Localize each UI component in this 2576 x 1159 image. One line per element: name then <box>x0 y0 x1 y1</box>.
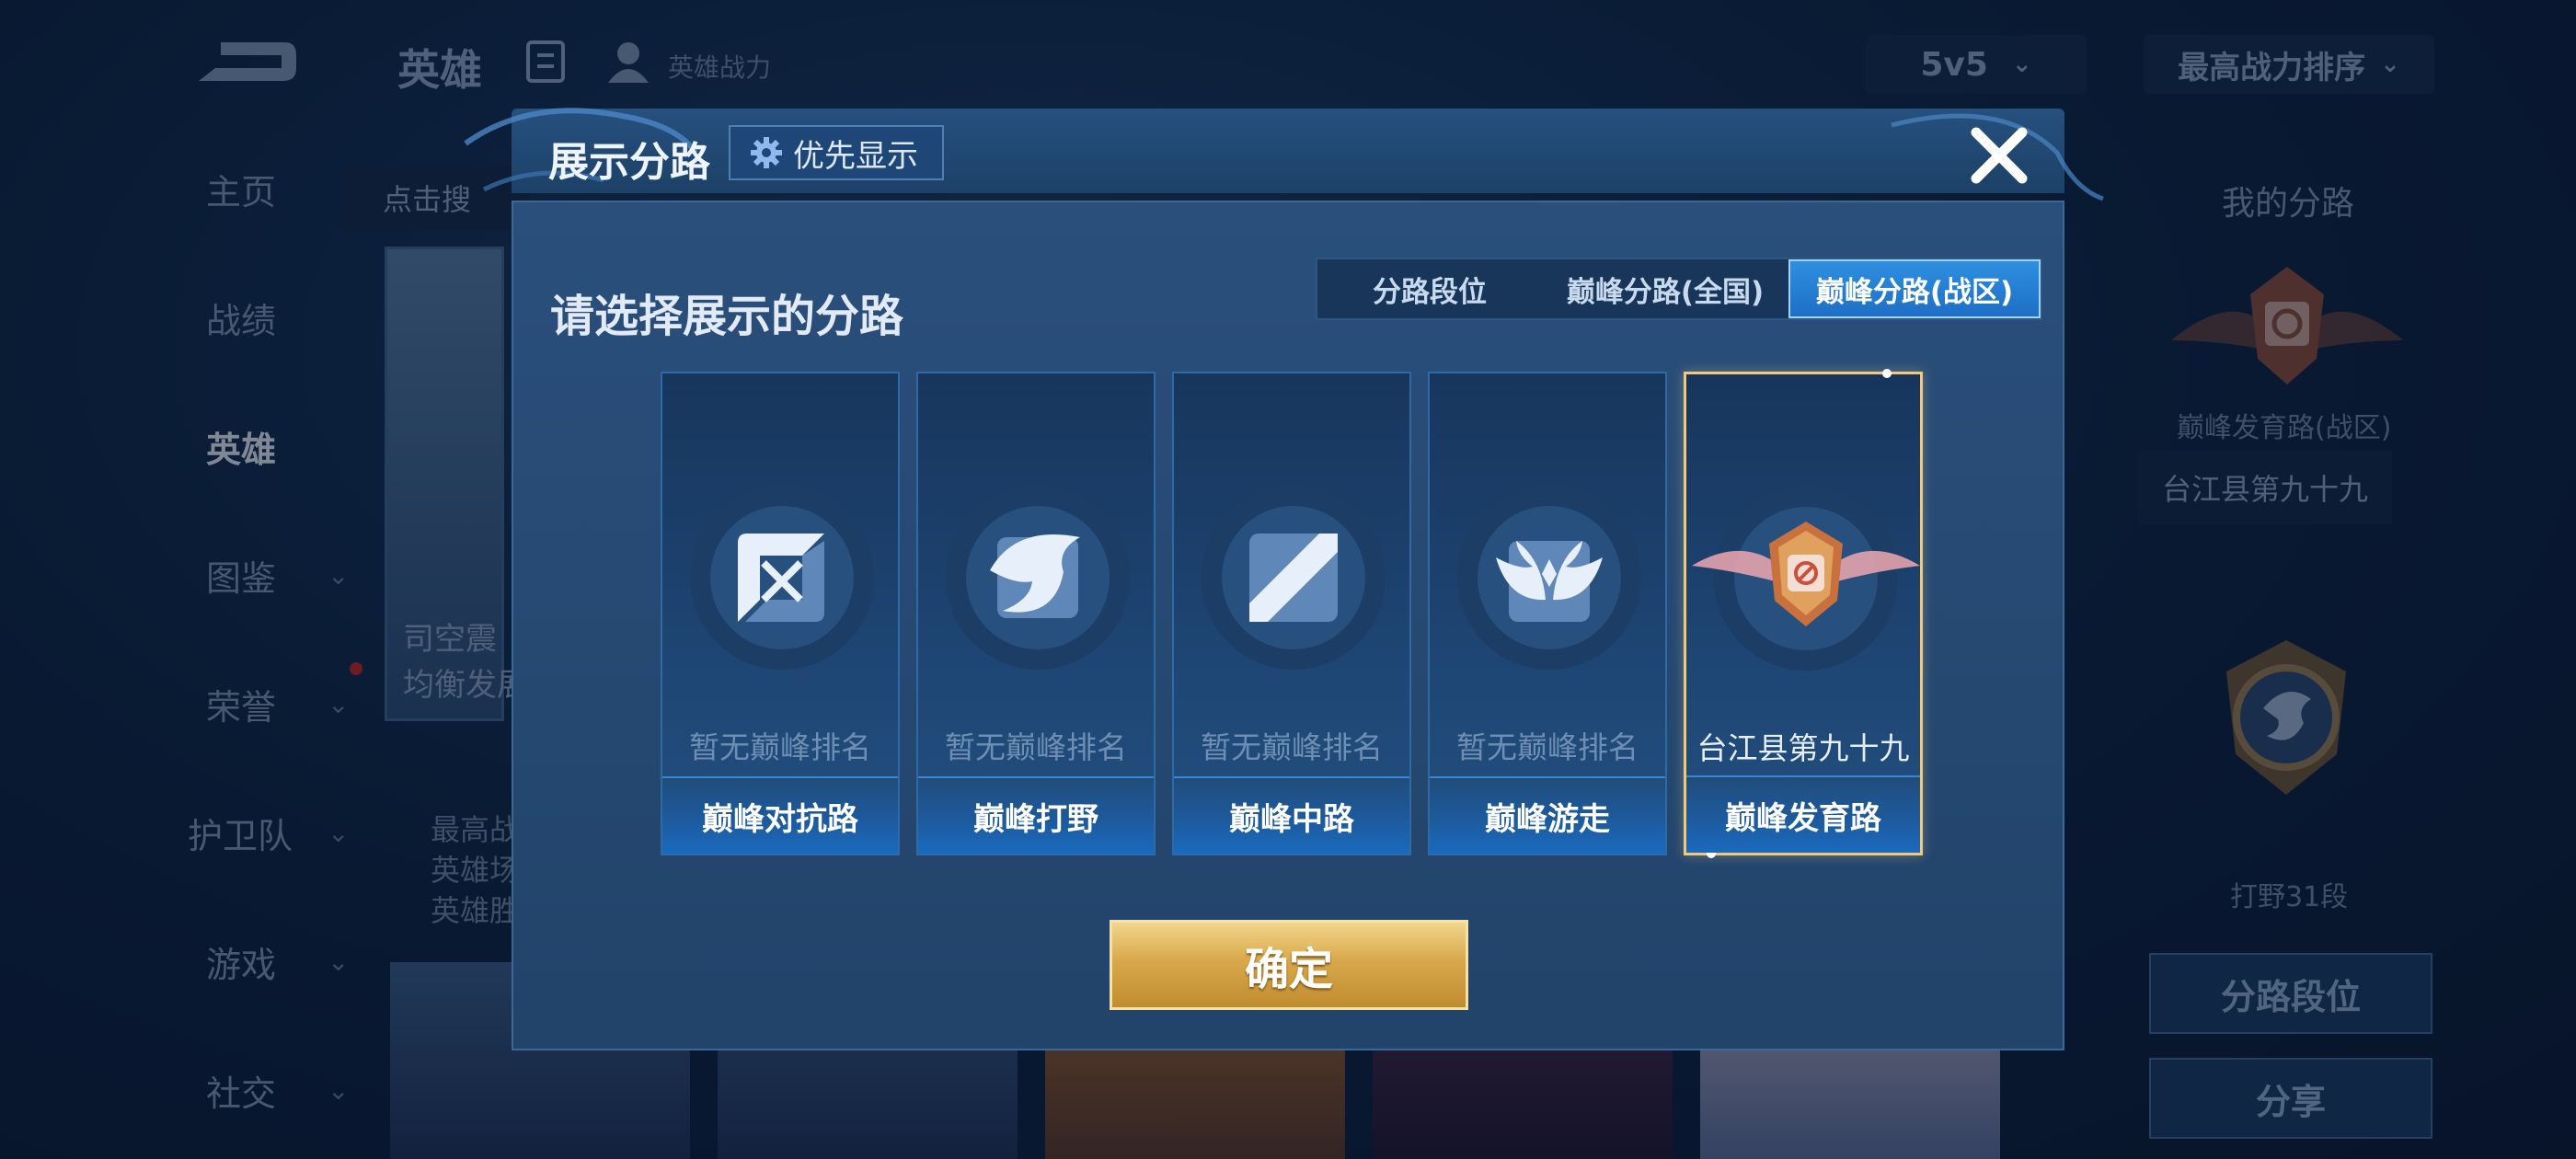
priority-display-button[interactable]: 优先显示 <box>729 125 944 180</box>
lane-name: 巅峰发育路 <box>1686 775 1920 853</box>
lane-card-farm[interactable]: 台江县第九十九 巅峰发育路 <box>1684 369 1923 858</box>
corner-dot <box>1882 369 1892 378</box>
lane-rank-text: 暂无巅峰排名 <box>1456 729 1639 765</box>
confirm-button-label: 确定 <box>1244 944 1333 995</box>
priority-display-label: 优先显示 <box>793 137 918 175</box>
close-icon[interactable] <box>1967 123 2031 188</box>
lane-card-mid[interactable]: 暂无巅峰排名 巅峰中路 <box>1172 372 1411 855</box>
mid-lane-slash-icon <box>1202 486 1386 670</box>
lane-rank-text: 暂无巅峰排名 <box>1201 729 1383 765</box>
tab-peak-region[interactable]: 巅峰分路(战区) <box>1788 259 2041 318</box>
lane-name: 巅峰中路 <box>1174 776 1409 854</box>
modal-body: 请选择展示的分路 分路段位 巅峰分路(全国) 巅峰分路(战区) 暂无巅峰排名 巅… <box>512 201 2064 1050</box>
lane-name: 巅峰打野 <box>918 776 1154 854</box>
roam-wings-icon <box>1457 486 1641 670</box>
lane-rank-text: 台江县第九十九 <box>1696 730 1910 766</box>
lane-name: 巅峰对抗路 <box>662 776 898 854</box>
lane-card-jungle[interactable]: 暂无巅峰排名 巅峰打野 <box>916 372 1156 855</box>
lane-card-roam[interactable]: 暂无巅峰排名 巅峰游走 <box>1428 372 1667 855</box>
jungle-dragon-icon <box>946 486 1130 670</box>
lane-select-prompt: 请选择展示的分路 <box>550 291 904 342</box>
gear-icon <box>751 137 782 168</box>
lane-display-modal: 展示分路 优先显示 请选择展示的分路 分路段位 巅峰分路(全国) 巅峰分路(战区… <box>464 108 2104 1050</box>
tab-lane-rank[interactable]: 分路段位 <box>1317 259 1542 318</box>
confirm-button[interactable]: 确定 <box>1110 920 1468 1010</box>
lane-card-clash[interactable]: 暂无巅峰排名 巅峰对抗路 <box>661 372 900 855</box>
lane-rank-text: 暂无巅峰排名 <box>689 729 871 765</box>
modal-title: 展示分路 <box>548 139 710 186</box>
tab-peak-national[interactable]: 巅峰分路(全国) <box>1542 259 1788 318</box>
clash-lane-sword-icon <box>690 486 874 670</box>
lane-rank-text: 暂无巅峰排名 <box>945 729 1127 765</box>
lane-rank-tabs: 分路段位 巅峰分路(全国) 巅峰分路(战区) <box>1316 258 2042 320</box>
farm-lane-badge-icon <box>1692 487 1920 671</box>
lane-name: 巅峰游走 <box>1430 776 1665 854</box>
